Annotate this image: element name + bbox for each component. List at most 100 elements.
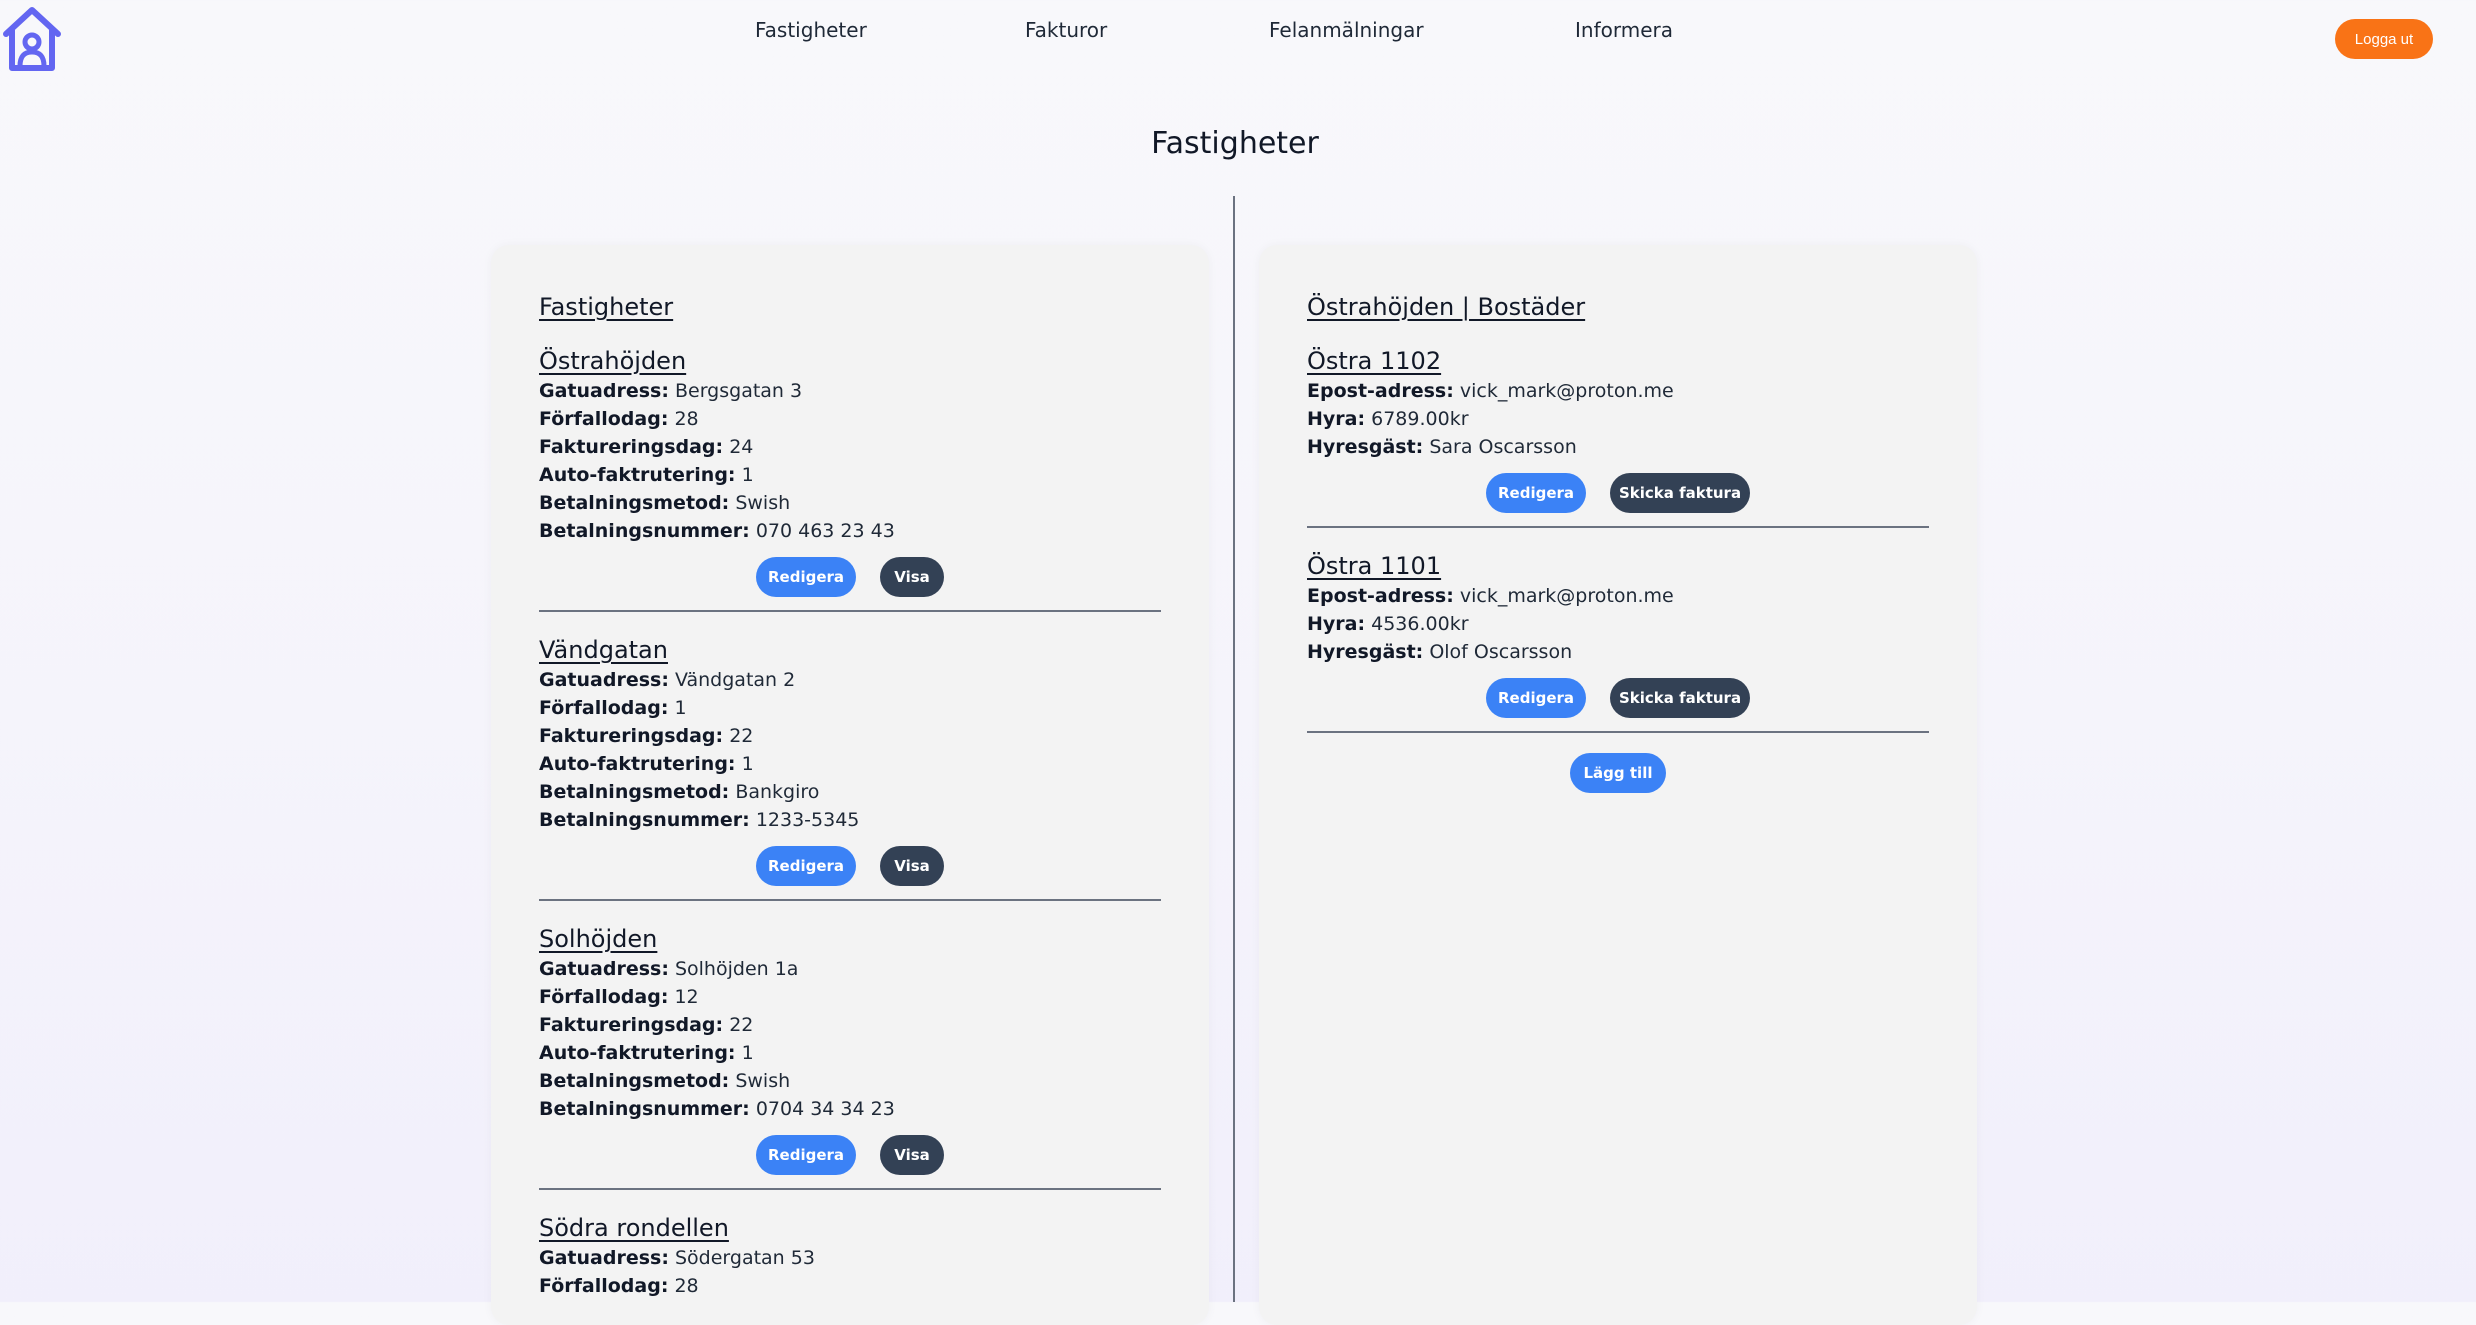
payment-method-value: Swish xyxy=(735,492,791,514)
send-invoice-button[interactable]: Skicka faktura xyxy=(1610,678,1750,718)
payment-number-label: Betalningsnummer: xyxy=(539,1098,750,1120)
residence-name[interactable]: Östra 1102 xyxy=(1307,345,1929,377)
nav-informera[interactable]: Informera xyxy=(1575,18,1673,42)
tenant-field: Hyresgäst: Olof Oscarsson xyxy=(1307,638,1929,666)
address-field: Gatuadress: Södergatan 53 xyxy=(539,1244,1161,1272)
email-field: Epost-adress: vick_mark@proton.me xyxy=(1307,377,1929,405)
due-day-field: Förfallodag: 28 xyxy=(539,405,1161,433)
auto-invoice-value: 1 xyxy=(741,753,754,775)
email-value: vick_mark@proton.me xyxy=(1459,585,1674,607)
rent-value: 4536.00kr xyxy=(1371,613,1469,635)
email-label: Epost-adress: xyxy=(1307,585,1454,607)
property-name[interactable]: Solhöjden xyxy=(539,923,1161,955)
rent-value: 6789.00kr xyxy=(1371,408,1469,430)
properties-panel: Fastigheter Östrahöjden Gatuadress: Berg… xyxy=(491,245,1209,1325)
invoice-day-value: 22 xyxy=(729,725,754,747)
nav-felanmalningar[interactable]: Felanmälningar xyxy=(1269,18,1424,42)
payment-number-value: 1233-5345 xyxy=(755,809,860,831)
residence-card: Östra 1102 Epost-adress: vick_mark@proto… xyxy=(1307,345,1929,528)
invoice-day-field: Faktureringsdag: 22 xyxy=(539,1011,1161,1039)
address-label: Gatuadress: xyxy=(539,1247,669,1269)
invoice-day-label: Faktureringsdag: xyxy=(539,436,724,458)
auto-invoice-label: Auto-faktrutering: xyxy=(539,753,736,775)
property-actions: Redigera Visa xyxy=(539,557,1161,597)
property-card: Solhöjden Gatuadress: Solhöjden 1a Förfa… xyxy=(539,923,1161,1190)
payment-method-label: Betalningsmetod: xyxy=(539,781,730,803)
residence-name[interactable]: Östra 1101 xyxy=(1307,550,1929,582)
payment-number-field: Betalningsnummer: 1233-5345 xyxy=(539,806,1161,834)
tenant-label: Hyresgäst: xyxy=(1307,436,1424,458)
show-button[interactable]: Visa xyxy=(880,557,944,597)
residences-panel: Östrahöjden | Bostäder Östra 1102 Epost-… xyxy=(1259,245,1977,1325)
due-day-value: 28 xyxy=(674,408,699,430)
rent-label: Hyra: xyxy=(1307,613,1366,635)
tenant-label: Hyresgäst: xyxy=(1307,641,1424,663)
tenant-field: Hyresgäst: Sara Oscarsson xyxy=(1307,433,1929,461)
edit-button[interactable]: Redigera xyxy=(756,557,856,597)
send-invoice-button[interactable]: Skicka faktura xyxy=(1610,473,1750,513)
auto-invoice-field: Auto-faktrutering: 1 xyxy=(539,461,1161,489)
payment-method-label: Betalningsmetod: xyxy=(539,1070,730,1092)
payment-method-field: Betalningsmetod: Swish xyxy=(539,489,1161,517)
payment-number-label: Betalningsnummer: xyxy=(539,520,750,542)
property-name[interactable]: Vändgatan xyxy=(539,634,1161,666)
address-value: Bergsgatan 3 xyxy=(674,380,803,402)
invoice-day-field: Faktureringsdag: 24 xyxy=(539,433,1161,461)
due-day-label: Förfallodag: xyxy=(539,697,669,719)
edit-button[interactable]: Redigera xyxy=(1486,473,1586,513)
due-day-value: 1 xyxy=(674,697,687,719)
property-name[interactable]: Östrahöjden xyxy=(539,345,1161,377)
logout-button[interactable]: Logga ut xyxy=(2335,19,2433,59)
due-day-value: 12 xyxy=(674,986,699,1008)
main-nav: Fastigheter Fakturor Felanmälningar Info… xyxy=(0,18,2476,52)
auto-invoice-value: 1 xyxy=(741,1042,754,1064)
invoice-day-label: Faktureringsdag: xyxy=(539,725,724,747)
add-row: Lägg till xyxy=(1307,753,1929,793)
invoice-day-value: 24 xyxy=(729,436,754,458)
property-actions: Redigera Visa xyxy=(539,846,1161,886)
auto-invoice-field: Auto-faktrutering: 1 xyxy=(539,1039,1161,1067)
auto-invoice-field: Auto-faktrutering: 1 xyxy=(539,750,1161,778)
properties-heading: Fastigheter xyxy=(539,293,674,321)
address-label: Gatuadress: xyxy=(539,958,669,980)
address-field: Gatuadress: Solhöjden 1a xyxy=(539,955,1161,983)
payment-number-value: 0704 34 34 23 xyxy=(755,1098,895,1120)
show-button[interactable]: Visa xyxy=(880,1135,944,1175)
residences-heading: Östrahöjden | Bostäder xyxy=(1307,293,1586,321)
property-card: Östrahöjden Gatuadress: Bergsgatan 3 För… xyxy=(539,345,1161,612)
payment-method-value: Swish xyxy=(735,1070,791,1092)
nav-fakturor[interactable]: Fakturor xyxy=(1025,18,1107,42)
invoice-day-label: Faktureringsdag: xyxy=(539,1014,724,1036)
edit-button[interactable]: Redigera xyxy=(756,1135,856,1175)
residence-card: Östra 1101 Epost-adress: vick_mark@proto… xyxy=(1307,550,1929,733)
due-day-field: Förfallodag: 12 xyxy=(539,983,1161,1011)
edit-button[interactable]: Redigera xyxy=(756,846,856,886)
due-day-label: Förfallodag: xyxy=(539,1275,669,1297)
property-card: Vändgatan Gatuadress: Vändgatan 2 Förfal… xyxy=(539,634,1161,901)
payment-method-label: Betalningsmetod: xyxy=(539,492,730,514)
address-field: Gatuadress: Bergsgatan 3 xyxy=(539,377,1161,405)
payment-number-field: Betalningsnummer: 0704 34 34 23 xyxy=(539,1095,1161,1123)
payment-method-field: Betalningsmetod: Swish xyxy=(539,1067,1161,1095)
address-value: Södergatan 53 xyxy=(674,1247,815,1269)
auto-invoice-value: 1 xyxy=(741,464,754,486)
page-title: Fastigheter xyxy=(1151,126,1319,161)
payment-method-value: Bankgiro xyxy=(735,781,820,803)
address-label: Gatuadress: xyxy=(539,669,669,691)
email-label: Epost-adress: xyxy=(1307,380,1454,402)
due-day-field: Förfallodag: 1 xyxy=(539,694,1161,722)
edit-button[interactable]: Redigera xyxy=(1486,678,1586,718)
nav-fastigheter[interactable]: Fastigheter xyxy=(755,18,867,42)
due-day-field: Förfallodag: 28 xyxy=(539,1272,1161,1300)
invoice-day-field: Faktureringsdag: 22 xyxy=(539,722,1161,750)
payment-method-field: Betalningsmetod: Bankgiro xyxy=(539,778,1161,806)
add-residence-button[interactable]: Lägg till xyxy=(1570,753,1666,793)
property-card: Södra rondellen Gatuadress: Södergatan 5… xyxy=(539,1212,1161,1313)
property-actions: Redigera Visa xyxy=(539,1135,1161,1175)
residence-actions: Redigera Skicka faktura xyxy=(1307,678,1929,718)
payment-number-label: Betalningsnummer: xyxy=(539,809,750,831)
show-button[interactable]: Visa xyxy=(880,846,944,886)
due-day-value: 28 xyxy=(674,1275,699,1297)
property-name[interactable]: Södra rondellen xyxy=(539,1212,1161,1244)
address-field: Gatuadress: Vändgatan 2 xyxy=(539,666,1161,694)
